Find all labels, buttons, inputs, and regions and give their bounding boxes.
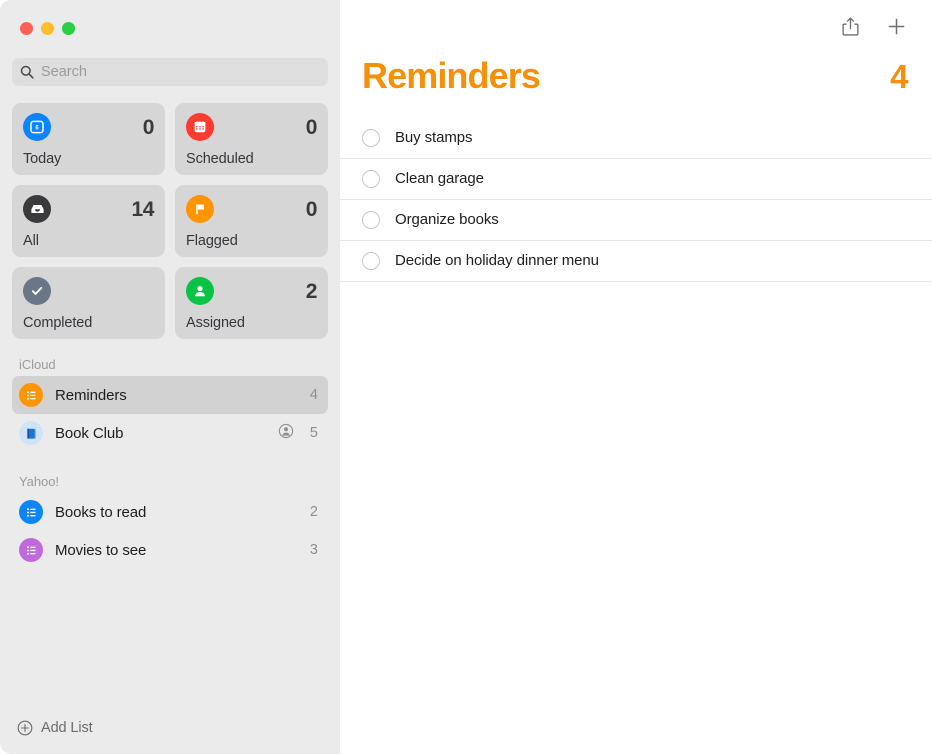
sidebar-item-book-club[interactable]: Book Club 5 — [12, 414, 328, 452]
sidebar-item-reminders-count: 4 — [309, 387, 318, 403]
reminder-title: Decide on holiday dinner menu — [395, 252, 599, 270]
reminder-row[interactable]: Buy stamps — [340, 118, 932, 159]
smart-card-all-top: 14 — [23, 195, 154, 223]
section-header-icloud: iCloud — [19, 357, 56, 372]
smart-lists-grid: 6 0 Today 0 Scheduled 14 All 0 Flagged C… — [0, 86, 340, 339]
reminders-list: Buy stamps Clean garage Organize books D… — [340, 96, 932, 754]
smart-card-completed-label: Completed — [23, 314, 93, 331]
reminder-title: Organize books — [395, 211, 499, 229]
reminders-window: 6 0 Today — [0, 0, 932, 754]
reminder-checkbox[interactable] — [362, 128, 380, 147]
search-icon — [20, 65, 34, 79]
smart-card-flagged-label: Flagged — [186, 232, 238, 249]
smart-card-scheduled-top: 0 — [186, 113, 317, 141]
reminder-row[interactable]: Decide on holiday dinner menu — [340, 241, 932, 282]
sidebar-item-books-to-read-count: 2 — [309, 504, 318, 520]
section-header-yahoo: Yahoo! — [19, 474, 59, 489]
smart-card-all-label: All — [23, 232, 39, 249]
list-title-row: Reminders 4 — [340, 52, 932, 96]
smart-card-assigned-count: 2 — [305, 279, 318, 303]
person-icon — [186, 277, 214, 305]
svg-text:6: 6 — [35, 126, 39, 132]
inbox-tray-icon — [23, 195, 51, 223]
main-content: Reminders 4 Buy stamps Clean garage Orga… — [340, 0, 932, 754]
plus-circle-icon — [17, 720, 33, 736]
search-container — [0, 54, 340, 86]
smart-card-today-label: Today — [23, 150, 62, 167]
smart-card-assigned-top: 2 — [186, 277, 317, 305]
share-button[interactable] — [838, 14, 862, 38]
smart-card-today-count: 0 — [142, 115, 155, 139]
smart-card-assigned[interactable]: 2 Assigned — [175, 267, 328, 339]
smart-card-flagged[interactable]: 0 Flagged — [175, 185, 328, 257]
smart-card-completed-top — [23, 277, 154, 305]
reminder-checkbox[interactable] — [362, 210, 380, 229]
calendar-icon — [186, 113, 214, 141]
flag-icon — [186, 195, 214, 223]
smart-card-scheduled-count: 0 — [305, 115, 318, 139]
reminder-row[interactable]: Clean garage — [340, 159, 932, 200]
close-window-button[interactable] — [20, 22, 33, 35]
add-list-label: Add List — [41, 720, 93, 736]
plus-icon — [888, 18, 904, 34]
main-toolbar — [340, 0, 932, 52]
page-title: Reminders — [362, 55, 541, 96]
smart-card-scheduled[interactable]: 0 Scheduled — [175, 103, 328, 175]
page-title-count: 4 — [890, 58, 908, 95]
yahoo-lists: Books to read 2 Movies to see 3 — [0, 493, 340, 569]
bullet-list-icon — [19, 500, 43, 524]
sidebar-item-books-to-read[interactable]: Books to read 2 — [12, 493, 328, 531]
sidebar: 6 0 Today — [0, 0, 340, 754]
smart-card-completed[interactable]: Completed — [12, 267, 165, 339]
reminder-checkbox[interactable] — [362, 251, 380, 270]
smart-card-flagged-count: 0 — [305, 197, 318, 221]
smart-card-all-count: 14 — [131, 197, 154, 221]
reminder-checkbox[interactable] — [362, 169, 380, 188]
sidebar-item-book-club-label: Book Club — [55, 424, 124, 442]
sidebar-item-movies-to-see[interactable]: Movies to see 3 — [12, 531, 328, 569]
smart-card-today-top: 6 0 — [23, 113, 154, 141]
checkmark-icon — [23, 277, 51, 305]
search-input[interactable] — [41, 64, 320, 80]
sidebar-item-books-to-read-label: Books to read — [55, 503, 147, 521]
smart-card-all[interactable]: 14 All — [12, 185, 165, 257]
sidebar-item-movies-to-see-count: 3 — [309, 542, 318, 558]
sidebar-item-book-club-count: 5 — [309, 425, 318, 441]
sidebar-item-reminders[interactable]: Reminders 4 — [12, 376, 328, 414]
minimize-window-button[interactable] — [41, 22, 54, 35]
bullet-list-icon — [19, 538, 43, 562]
search-field[interactable] — [12, 58, 328, 86]
smart-card-flagged-top: 0 — [186, 195, 317, 223]
book-icon — [19, 421, 43, 445]
icloud-lists: Reminders 4 Book Club 5 — [0, 376, 340, 452]
smart-card-assigned-label: Assigned — [186, 314, 245, 331]
smart-card-today[interactable]: 6 0 Today — [12, 103, 165, 175]
smart-card-scheduled-label: Scheduled — [186, 150, 254, 167]
shared-person-icon — [278, 423, 294, 444]
bullet-list-icon — [19, 383, 43, 407]
maximize-window-button[interactable] — [62, 22, 75, 35]
calendar-day-icon: 6 — [23, 113, 51, 141]
sidebar-item-movies-to-see-label: Movies to see — [55, 541, 147, 559]
reminder-title: Buy stamps — [395, 129, 473, 147]
reminder-row[interactable]: Organize books — [340, 200, 932, 241]
sidebar-item-reminders-label: Reminders — [55, 386, 127, 404]
reminder-title: Clean garage — [395, 170, 484, 188]
traffic-lights — [0, 0, 340, 54]
share-icon — [841, 17, 859, 36]
add-reminder-button[interactable] — [884, 14, 908, 38]
add-list-button[interactable]: Add List — [0, 720, 340, 754]
